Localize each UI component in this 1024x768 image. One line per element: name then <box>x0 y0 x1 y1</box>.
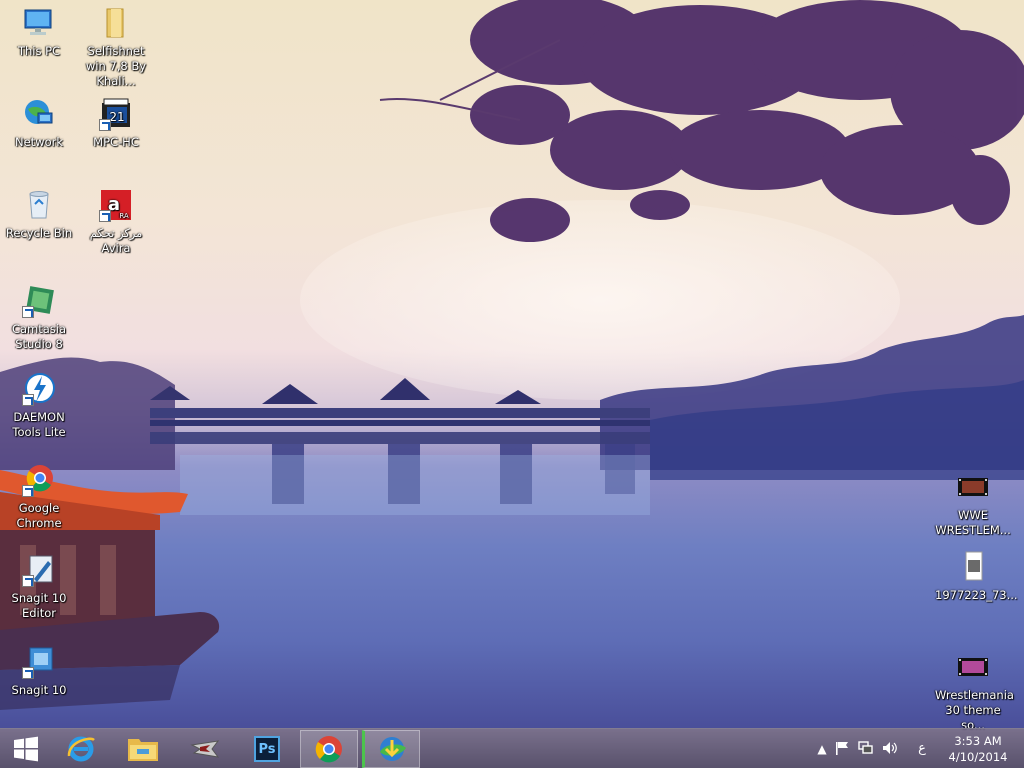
photoshop-label: Ps <box>258 741 276 757</box>
desktop-icon-avira[interactable]: a RA مركز تحكم Avira <box>78 188 154 256</box>
desktop-icon-daemon-tools[interactable]: DAEMON Tools Lite <box>1 372 77 440</box>
desktop-icon-this-pc[interactable]: This PC <box>1 6 77 59</box>
photoshop-icon: Ps <box>254 736 280 762</box>
desktop-icon-label: DAEMON Tools Lite <box>12 410 66 439</box>
internet-download-manager-icon <box>380 737 406 761</box>
shortcut-arrow-icon <box>22 667 34 679</box>
desktop-icon-label: MPC-HC <box>93 135 139 149</box>
shortcut-arrow-icon <box>22 394 34 406</box>
mpc-hc-icon: 21 <box>99 97 133 131</box>
desktop-icon-label: WWE WRESTLEM... <box>935 508 1011 537</box>
desktop-icon-image-file[interactable]: 1977223_73... <box>935 550 1018 603</box>
video-file-icon <box>956 650 990 684</box>
taskbar: Ps ▲ ع 3:53 AM 4/10/2014 <box>0 728 1024 768</box>
desktop-icon-label: Network <box>14 135 64 149</box>
desktop-icon-wwe-video[interactable]: WWE WRESTLEM... <box>935 470 1011 538</box>
taskbar-file-explorer[interactable] <box>114 730 172 768</box>
desktop-icon-selfishnet-folder[interactable]: Selfishnet win 7,8 By Khali... <box>78 6 154 89</box>
shortcut-arrow-icon <box>22 575 34 587</box>
svg-text:21: 21 <box>109 110 124 124</box>
desktop-icon-recycle-bin[interactable]: Recycle Bin <box>1 188 77 241</box>
desktop-icon-label: Google Chrome <box>16 501 62 530</box>
desktop-icon-snagit[interactable]: Snagit 10 <box>1 645 77 698</box>
start-icon <box>14 736 38 762</box>
desktop-icon-label: Snagit 10 <box>11 683 67 697</box>
daemon-tools-icon <box>22 372 56 406</box>
shortcut-arrow-icon <box>22 306 34 318</box>
desktop-icon-camtasia[interactable]: Camtasia Studio 8 <box>1 284 77 352</box>
shortcut-arrow-icon <box>22 485 34 497</box>
desktop-icon-label: مركز تحكم Avira <box>89 226 143 255</box>
desktop-icon-network[interactable]: Network <box>1 97 77 150</box>
crossfire-icon <box>190 740 220 758</box>
volume-icon[interactable] <box>882 741 898 757</box>
computer-icon <box>22 6 56 40</box>
folder-icon <box>99 6 133 40</box>
desktop-icon-mpc-hc[interactable]: 21 MPC-HC <box>78 97 154 150</box>
desktop-icon-label: Recycle Bin <box>5 226 73 240</box>
snagit-editor-icon <box>22 553 56 587</box>
action-center-flag-icon[interactable] <box>834 741 850 757</box>
show-hidden-icons-icon[interactable]: ▲ <box>814 741 830 757</box>
recycle-bin-icon <box>22 188 56 222</box>
clock-time: 3:53 AM <box>954 734 1002 748</box>
snagit-icon <box>22 645 56 679</box>
shortcut-arrow-icon <box>99 119 111 131</box>
desktop-icon-label: This PC <box>17 44 61 58</box>
internet-explorer-icon <box>67 736 95 762</box>
desktop-icon-snagit-editor[interactable]: Snagit 10 Editor <box>1 553 77 621</box>
desktop-icon-label: Selfishnet win 7,8 By Khali... <box>85 44 147 88</box>
taskbar-photoshop[interactable]: Ps <box>238 730 296 768</box>
image-file-icon <box>956 550 990 584</box>
language-label: ع <box>918 741 926 756</box>
svg-text:RA: RA <box>119 212 129 220</box>
input-language-indicator[interactable]: ع <box>914 741 930 757</box>
video-file-icon <box>956 470 990 504</box>
desktop-icon-label: Snagit 10 Editor <box>11 591 67 620</box>
network-status-icon[interactable] <box>858 741 874 757</box>
system-tray: ▲ ع 3:53 AM 4/10/2014 <box>814 729 1024 768</box>
avira-icon: a RA <box>99 188 133 222</box>
camtasia-icon <box>22 284 56 318</box>
file-explorer-icon <box>128 739 158 761</box>
desktop-icon-label: Camtasia Studio 8 <box>11 322 67 351</box>
network-icon <box>22 97 56 131</box>
desktop-icon-wrestlemania-video[interactable]: Wrestlemania 30 theme so... <box>935 650 1014 733</box>
start-button[interactable] <box>0 730 52 768</box>
taskbar-internet-explorer[interactable] <box>52 730 110 768</box>
desktop-icon-label: Wrestlemania 30 theme so... <box>935 688 1014 732</box>
taskbar-internet-download-manager[interactable] <box>362 730 420 768</box>
desktop-icon-google-chrome[interactable]: Google Chrome <box>1 463 77 531</box>
chrome-icon <box>22 463 56 497</box>
desktop-icon-label: 1977223_73... <box>935 588 1018 602</box>
chrome-icon <box>315 736 342 763</box>
taskbar-chrome[interactable] <box>300 730 358 768</box>
taskbar-clock[interactable]: 3:53 AM 4/10/2014 <box>946 733 1010 765</box>
taskbar-crossfire[interactable] <box>176 730 234 768</box>
clock-date: 4/10/2014 <box>948 750 1008 764</box>
shortcut-arrow-icon <box>99 210 111 222</box>
